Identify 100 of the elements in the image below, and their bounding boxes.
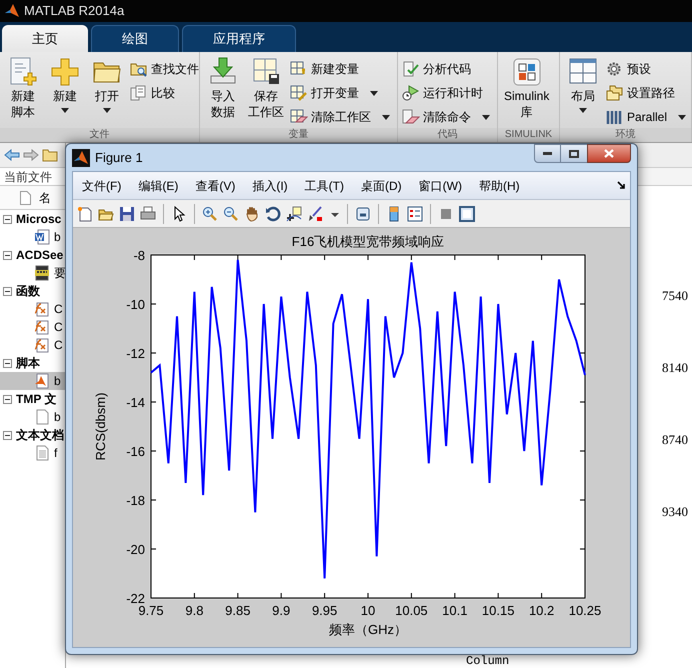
legend-icon[interactable] bbox=[407, 206, 423, 222]
hand-icon[interactable] bbox=[244, 206, 260, 222]
tree-item[interactable]: b bbox=[0, 228, 65, 246]
chart-title: F16飞机模型宽带频域响应 bbox=[292, 234, 444, 249]
tree-item[interactable]: 要 bbox=[0, 264, 65, 282]
collapse-icon[interactable] bbox=[3, 286, 12, 296]
collapse-icon[interactable] bbox=[3, 394, 12, 404]
ribbon-tab[interactable]: 主页 bbox=[2, 25, 88, 52]
tree-group[interactable]: Microsc bbox=[16, 210, 62, 228]
ribbon-button[interactable]: 新建 脚本 bbox=[4, 56, 42, 120]
tree-group[interactable]: TMP 文 bbox=[16, 390, 56, 408]
frame-icon[interactable] bbox=[459, 206, 475, 222]
ribbon-button[interactable]: 清除命令 bbox=[402, 106, 490, 128]
text-file-icon bbox=[34, 445, 50, 461]
tree-group[interactable]: 函数 bbox=[16, 282, 40, 300]
ribbon-tab[interactable]: 应用程序 bbox=[182, 25, 296, 52]
tree-item[interactable]: b bbox=[0, 372, 65, 390]
collapse-icon[interactable] bbox=[3, 430, 12, 440]
x-tick-label: 10.2 bbox=[528, 603, 554, 618]
minimize-icon bbox=[543, 152, 552, 155]
menu-item[interactable]: 工具(T) bbox=[304, 176, 344, 194]
ribbon-button[interactable]: 新建变量 bbox=[290, 58, 390, 80]
y-tick-label: -8 bbox=[133, 248, 145, 263]
ribbon-button[interactable]: 打开 bbox=[88, 56, 126, 113]
window-title: Figure 1 bbox=[95, 148, 143, 167]
image-file-icon bbox=[34, 265, 50, 281]
word-document-icon bbox=[34, 229, 50, 245]
eraser-icon bbox=[402, 109, 420, 125]
zoom-in-icon[interactable] bbox=[202, 206, 218, 222]
tree-group[interactable]: ACDSee bbox=[16, 246, 64, 264]
function-file-icon bbox=[34, 319, 50, 335]
y-tick-label: -10 bbox=[126, 297, 145, 312]
menu-item[interactable]: 插入(I) bbox=[252, 176, 288, 194]
ribbon-button[interactable]: 设置路径 bbox=[606, 82, 686, 104]
save-icon[interactable] bbox=[119, 206, 135, 222]
data-cursor-icon[interactable] bbox=[286, 206, 302, 222]
printer-icon[interactable] bbox=[140, 206, 156, 222]
ribbon-button[interactable]: 保存 工作区 bbox=[246, 56, 286, 120]
ribbon-button[interactable]: Simulink 库 bbox=[502, 56, 552, 120]
menu-item[interactable]: 文件(F) bbox=[82, 176, 122, 194]
maximize-button[interactable] bbox=[561, 144, 587, 163]
minimize-button[interactable] bbox=[534, 144, 561, 163]
x-tick-label: 9.9 bbox=[272, 603, 290, 618]
tree-item[interactable]: b bbox=[0, 408, 65, 426]
grid-eraser-icon bbox=[290, 109, 308, 125]
dock-arrow-icon[interactable] bbox=[617, 181, 626, 190]
logo-icon bbox=[72, 148, 90, 166]
menu-item[interactable]: 帮助(H) bbox=[478, 176, 520, 194]
forward-arrow-icon[interactable] bbox=[23, 149, 39, 161]
output-text: 8740 bbox=[662, 433, 688, 446]
ribbon-button[interactable]: 比较 bbox=[130, 82, 199, 104]
output-text: 7540 bbox=[662, 289, 688, 302]
menu-item[interactable]: 查看(V) bbox=[195, 176, 236, 194]
tree-item[interactable]: f bbox=[0, 444, 65, 462]
ribbon-button[interactable]: Parallel bbox=[606, 106, 686, 128]
close-button[interactable] bbox=[587, 144, 631, 163]
ribbon-tab[interactable]: 绘图 bbox=[91, 25, 179, 52]
ribbon-button[interactable]: 预设 bbox=[606, 58, 686, 80]
collapse-icon[interactable] bbox=[3, 358, 12, 368]
folder-up-icon[interactable] bbox=[42, 148, 58, 162]
folder-search-icon bbox=[130, 61, 148, 77]
column-header[interactable]: 名 bbox=[39, 188, 51, 206]
ribbon-button[interactable]: 导入 数据 bbox=[204, 56, 242, 120]
output-text: Column bbox=[466, 655, 510, 667]
zoom-out-icon[interactable] bbox=[223, 206, 239, 222]
collapse-icon[interactable] bbox=[3, 250, 12, 260]
grid-plus-icon bbox=[290, 61, 308, 77]
group-label: 环境 bbox=[560, 128, 691, 142]
function-file-icon bbox=[34, 301, 50, 317]
back-arrow-icon[interactable] bbox=[4, 149, 20, 161]
ribbon-button[interactable]: 打开变量 bbox=[290, 82, 390, 104]
ribbon-button[interactable]: 清除工作区 bbox=[290, 106, 390, 128]
ribbon-button[interactable]: 布局 bbox=[564, 56, 602, 113]
ribbon-button[interactable]: 运行和计时 bbox=[402, 82, 490, 104]
ribbon-button[interactable]: 查找文件 bbox=[130, 58, 199, 80]
plus-icon bbox=[50, 56, 80, 88]
ribbon-button[interactable]: 分析代码 bbox=[402, 58, 490, 80]
menu-item[interactable]: 编辑(E) bbox=[138, 176, 178, 194]
caret-icon bbox=[482, 114, 490, 120]
brush-icon[interactable] bbox=[307, 206, 323, 222]
tree-group[interactable]: 文本文档 bbox=[16, 426, 64, 444]
y-axis-label: RCS(dbsm) bbox=[93, 392, 108, 460]
tree-item[interactable]: C bbox=[0, 300, 65, 318]
blank-file-icon bbox=[34, 409, 50, 425]
menu-item[interactable]: 窗口(W) bbox=[418, 176, 462, 194]
link-icon[interactable] bbox=[355, 206, 371, 222]
caret-icon bbox=[370, 90, 378, 96]
new-file-icon[interactable] bbox=[77, 206, 93, 222]
ribbon-button[interactable]: 新建 bbox=[46, 56, 84, 113]
tree-item[interactable]: C bbox=[0, 336, 65, 354]
script-file-icon bbox=[34, 373, 50, 389]
rotate-icon[interactable] bbox=[265, 206, 281, 222]
caret-icon bbox=[678, 114, 686, 120]
menu-item[interactable]: 桌面(D) bbox=[360, 176, 402, 194]
tree-item[interactable]: C bbox=[0, 318, 65, 336]
caret-icon bbox=[382, 114, 390, 120]
tree-group[interactable]: 脚本 bbox=[16, 354, 40, 372]
collapse-icon[interactable] bbox=[3, 214, 12, 224]
x-axis-label: 频率（GHz） bbox=[329, 622, 407, 637]
x-tick-label: 9.75 bbox=[138, 603, 164, 618]
